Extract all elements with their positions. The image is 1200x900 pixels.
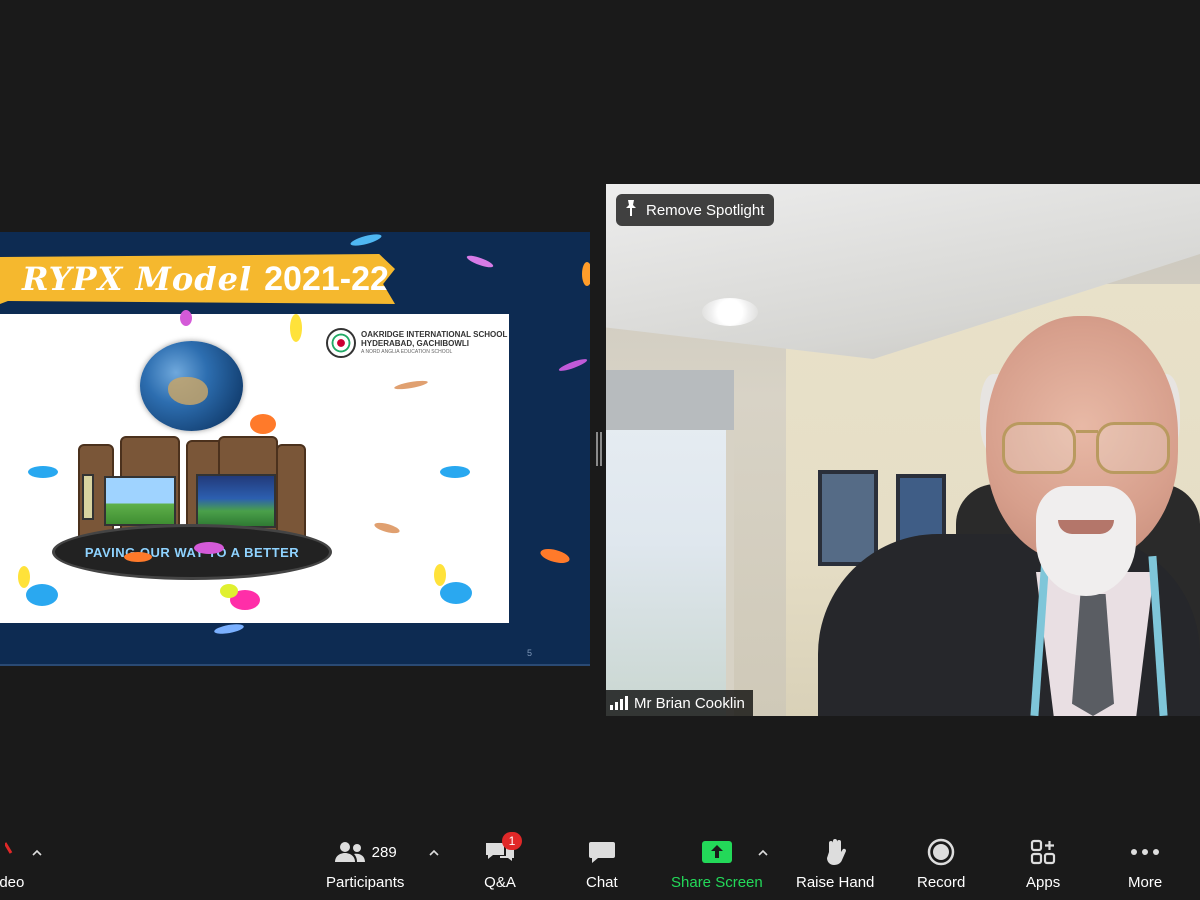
chat-icon <box>588 842 615 863</box>
pin-icon <box>624 199 638 221</box>
splitter-handle[interactable] <box>596 432 602 466</box>
participants-icon-wrap: 289 <box>334 838 397 866</box>
confetti <box>465 253 495 270</box>
chat-label: Chat <box>586 874 618 891</box>
model-base: PAVING OUR WAY TO A BETTER <box>52 524 332 580</box>
participant-name: Mr Brian Cooklin <box>634 694 745 712</box>
confetti <box>349 232 383 249</box>
slide-title-script: RYPX Model <box>22 260 253 298</box>
raise-hand-button[interactable]: Raise Hand <box>796 838 874 891</box>
ceiling-light <box>702 298 758 326</box>
slide-image-card: OAKRIDGE INTERNATIONAL SCHOOL HYDERABAD,… <box>0 310 509 623</box>
apps-button[interactable]: Apps <box>1026 838 1060 891</box>
confetti <box>582 262 590 286</box>
school-logo-icon <box>326 328 356 358</box>
school-location: HYDERABAD, GACHIBOWLI <box>361 338 469 348</box>
share-screen-icon <box>701 841 732 863</box>
slide-title-year: 2021-22 <box>264 259 389 298</box>
record-icon <box>927 838 955 866</box>
school-logo: OAKRIDGE INTERNATIONAL SCHOOL HYDERABAD,… <box>326 328 507 358</box>
model-painting <box>196 474 276 528</box>
speaker-beard <box>1036 486 1136 596</box>
raise-hand-label: Raise Hand <box>796 874 875 891</box>
more-button[interactable]: More <box>1128 838 1162 891</box>
remove-spotlight-button[interactable]: Remove Spotlight <box>616 194 775 226</box>
confetti <box>440 582 472 604</box>
apps-icon-wrap <box>1030 838 1056 866</box>
confetti <box>434 564 446 586</box>
participants-options-caret[interactable] <box>427 846 441 860</box>
glasses-lens <box>1002 422 1076 474</box>
qa-button[interactable]: 1 Q&A <box>484 832 522 891</box>
share-screen-button[interactable]: Share Screen <box>671 838 763 891</box>
school-name: OAKRIDGE INTERNATIONAL SCHOOL <box>361 329 508 339</box>
video-off-icon <box>5 838 15 866</box>
confetti <box>373 520 401 536</box>
apps-icon <box>1030 839 1056 865</box>
confetti <box>393 379 429 391</box>
raise-hand-icon <box>827 839 847 865</box>
participants-count: 289 <box>371 843 397 861</box>
confetti <box>557 357 589 373</box>
slide-page-number: 5 <box>526 648 532 658</box>
globe-image <box>140 341 243 431</box>
share-icon-wrap <box>701 838 733 866</box>
meeting-toolbar: ideo 289 Participants 1 Q&A <box>0 820 1200 900</box>
speaker-video-tile: Remove Spotlight Mr Brian Cooklin <box>606 184 1200 716</box>
confetti <box>194 542 224 554</box>
confetti <box>26 584 58 606</box>
more-icon <box>1131 849 1160 855</box>
chat-icon-wrap <box>588 838 616 866</box>
shared-screen: RYPX Model 2021-22 OAKRIDGE INTERNATIONA… <box>0 232 590 666</box>
apps-label: Apps <box>1026 874 1061 891</box>
share-screen-label: Share Screen <box>671 874 763 891</box>
confetti <box>180 310 192 326</box>
participant-name-tag: Mr Brian Cooklin <box>606 690 753 716</box>
window-blind <box>606 370 734 430</box>
video-label: ideo <box>0 874 25 891</box>
record-icon-wrap <box>927 838 955 866</box>
record-button[interactable]: Record <box>917 838 965 891</box>
confetti <box>250 414 276 434</box>
confetti <box>213 622 245 636</box>
speaker-mouth <box>1058 520 1114 534</box>
qa-notification-badge: 1 <box>502 832 522 850</box>
participants-button[interactable]: 289 Participants <box>326 838 404 891</box>
qa-label: Q&A <box>484 874 516 891</box>
model-painting <box>104 476 176 526</box>
share-options-caret[interactable] <box>756 846 770 860</box>
confetti <box>124 552 152 562</box>
model-painting <box>82 474 94 520</box>
confetti <box>290 314 302 342</box>
record-label: Record <box>917 874 966 891</box>
school-tagline: A NORD ANGLIA EDUCATION SCHOOL <box>361 348 453 355</box>
video-options-caret[interactable] <box>30 846 44 860</box>
raise-hand-icon-wrap <box>823 838 847 866</box>
more-label: More <box>1128 874 1163 891</box>
more-icon-wrap <box>1130 838 1160 866</box>
remove-spotlight-label: Remove Spotlight <box>646 201 765 219</box>
connection-signal-icon <box>610 696 628 710</box>
confetti <box>220 584 238 598</box>
participants-icon <box>334 842 365 862</box>
glasses-lens <box>1096 422 1170 474</box>
slide-title-banner: RYPX Model 2021-22 <box>0 254 395 304</box>
video-button[interactable]: ideo <box>0 838 24 891</box>
confetti <box>538 546 572 566</box>
confetti <box>18 566 30 588</box>
confetti <box>440 466 470 478</box>
participants-label: Participants <box>326 874 405 891</box>
confetti <box>28 466 58 478</box>
chat-button[interactable]: Chat <box>586 838 618 891</box>
wall-frame <box>818 470 878 566</box>
glasses-bridge <box>1076 430 1098 433</box>
model-base-text: PAVING OUR WAY TO A BETTER <box>84 544 300 560</box>
qa-icon-wrap: 1 <box>484 832 522 866</box>
